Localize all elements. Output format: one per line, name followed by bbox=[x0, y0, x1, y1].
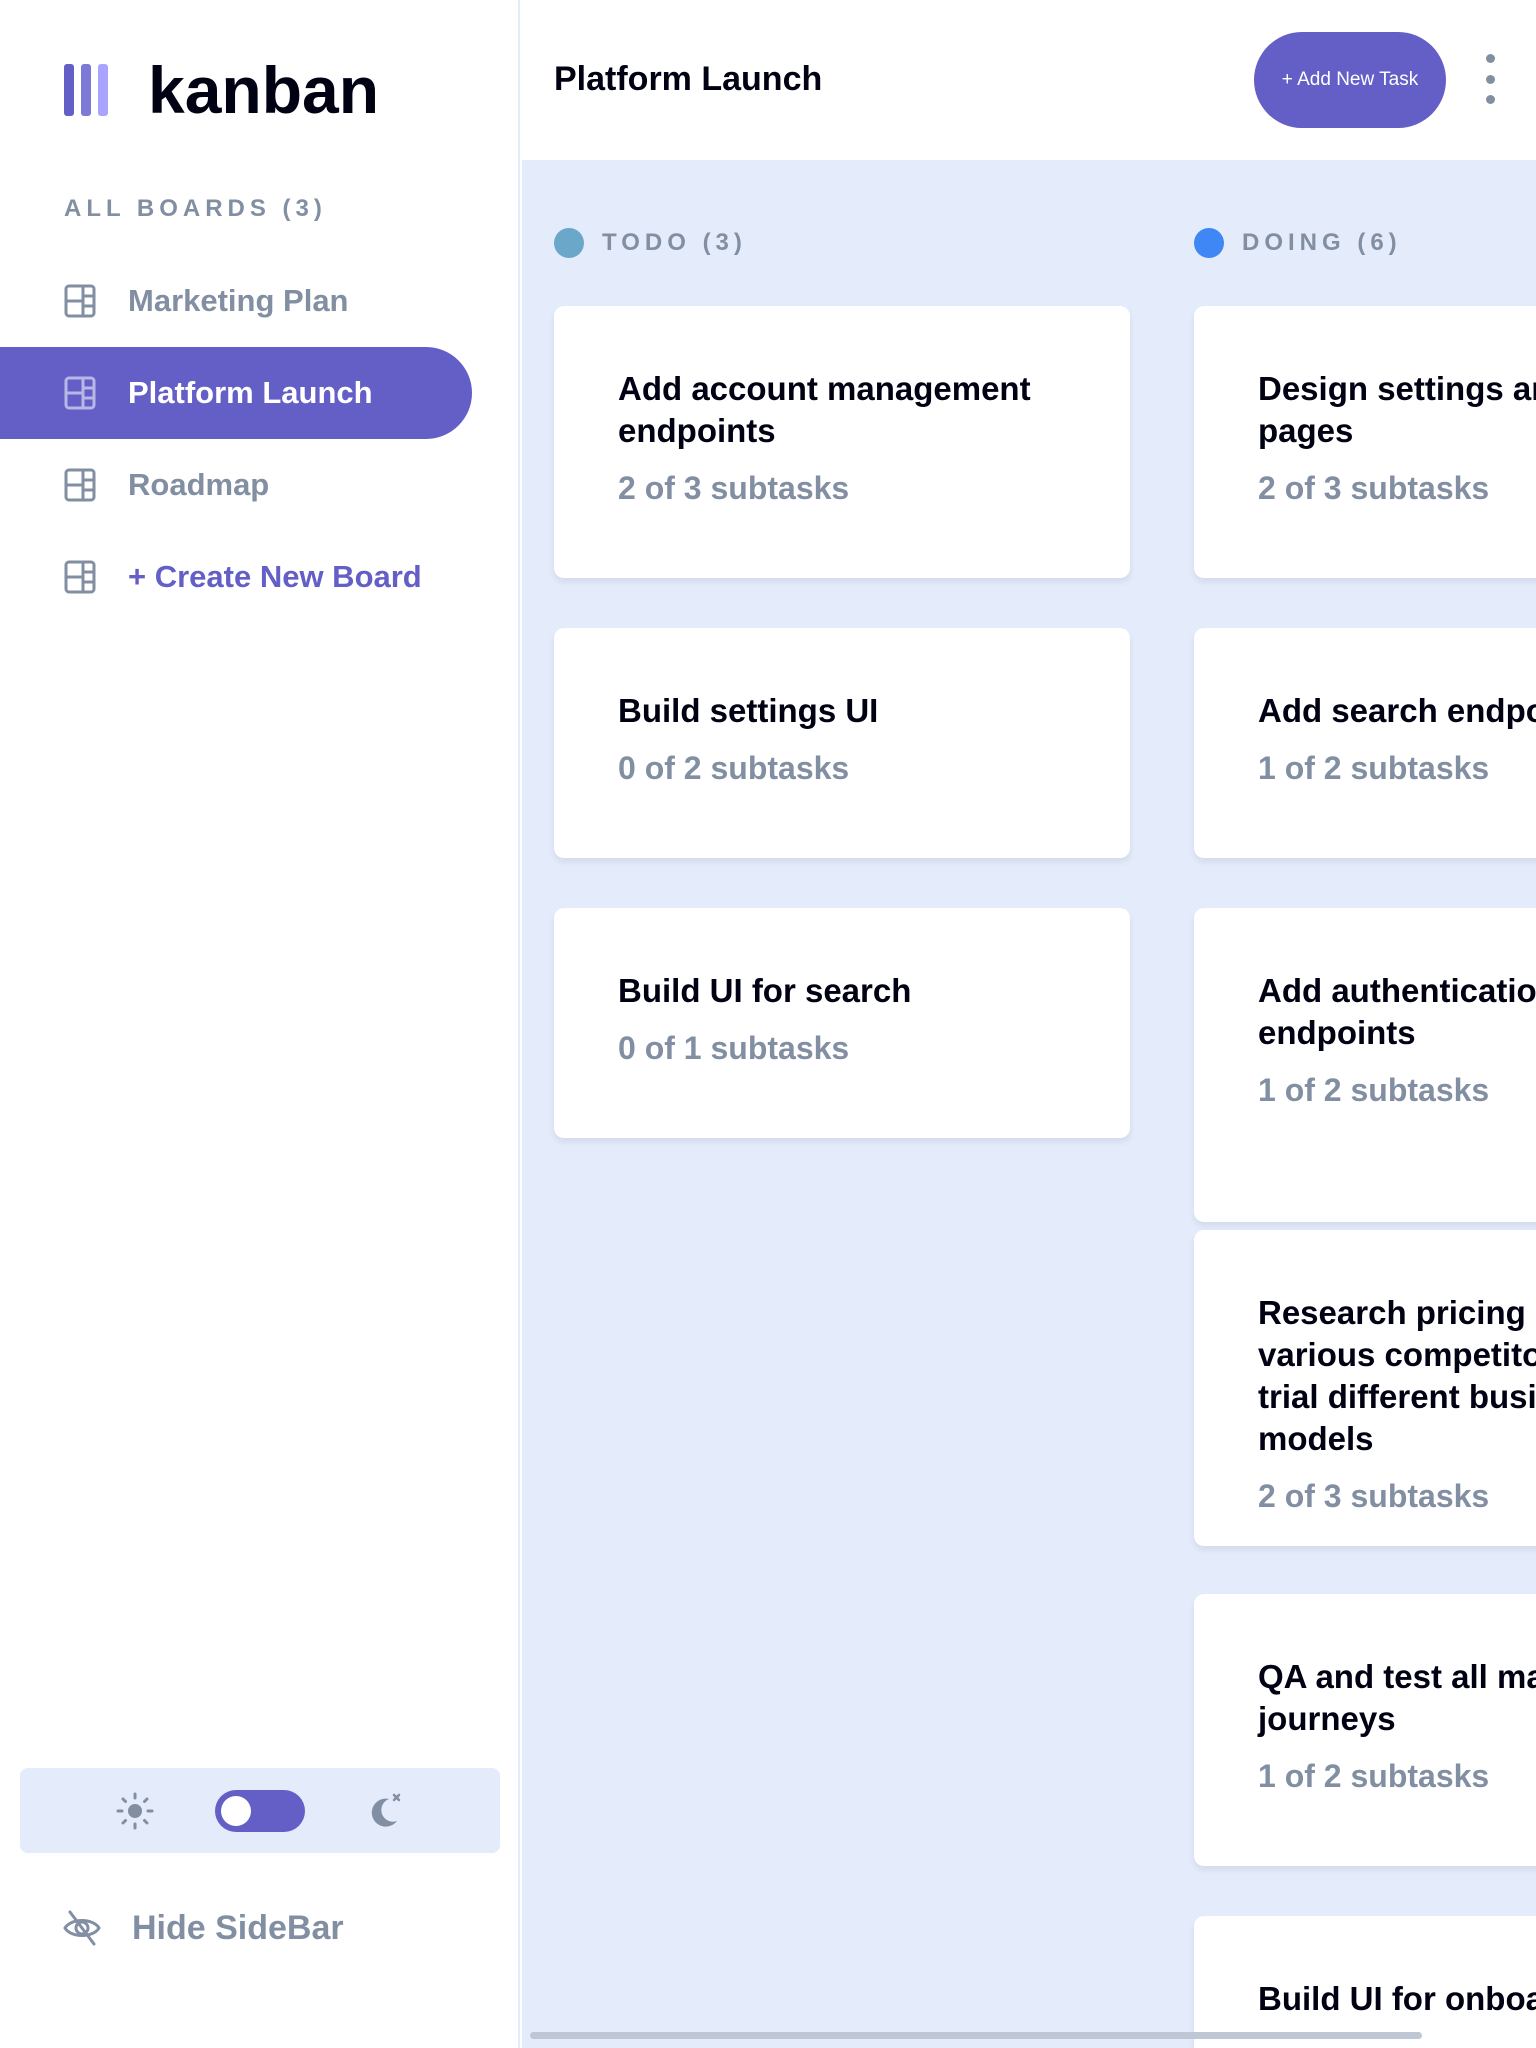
hide-sidebar-label: Hide SideBar bbox=[132, 1908, 344, 1947]
hide-sidebar-button[interactable]: Hide SideBar bbox=[62, 1908, 344, 1948]
task-title: Add authentication endpoints bbox=[1258, 972, 1536, 1051]
task-title: Build settings UI bbox=[618, 692, 879, 729]
task-card[interactable]: Design settings and search pages 2 of 3 … bbox=[1194, 306, 1536, 578]
board-list: Marketing Plan Platform Launch Roadmap +… bbox=[0, 255, 472, 623]
sun-icon bbox=[116, 1792, 154, 1829]
moon-icon bbox=[371, 1793, 401, 1827]
task-subtasks: 2 of 3 subtasks bbox=[1258, 470, 1490, 506]
logo-icon bbox=[64, 64, 108, 116]
task-subtasks: 2 of 3 subtasks bbox=[618, 470, 850, 506]
task-card[interactable]: Research pricing points of various compe… bbox=[1194, 1230, 1536, 1546]
board-area: TODO (3) Add account management endpoint… bbox=[522, 160, 1536, 2048]
task-card[interactable]: Add authentication endpoints 1 of 2 subt… bbox=[1194, 908, 1536, 1222]
create-new-board-label: + Create New Board bbox=[128, 559, 422, 594]
top-header: Platform Launch + Add New Task bbox=[522, 0, 1536, 160]
board-icon bbox=[64, 376, 96, 410]
sidebar-item-label: Platform Launch bbox=[128, 375, 373, 410]
task-card[interactable]: Build settings UI 0 of 2 subtasks bbox=[554, 628, 1130, 858]
column-title: DOING (6) bbox=[1242, 229, 1402, 256]
sidebar: kanban ALL BOARDS (3) Marketing Plan Pla… bbox=[0, 0, 520, 2048]
sidebar-item-label: Roadmap bbox=[128, 467, 270, 502]
task-subtasks: 1 of 2 subtasks bbox=[1258, 1758, 1490, 1794]
task-title: QA and test all major user journeys bbox=[1258, 1658, 1536, 1737]
theme-toggle[interactable] bbox=[215, 1789, 305, 1832]
horizontal-scrollbar[interactable] bbox=[530, 2032, 1422, 2039]
column-status-dot bbox=[1194, 228, 1224, 258]
sidebar-item-platform-launch[interactable]: Platform Launch bbox=[0, 347, 472, 439]
sidebar-item-label: Marketing Plan bbox=[128, 283, 349, 318]
task-title: Design settings and search pages bbox=[1258, 370, 1536, 449]
board-icon bbox=[64, 560, 96, 594]
sidebar-item-marketing-plan[interactable]: Marketing Plan bbox=[0, 255, 472, 347]
kebab-menu-icon[interactable] bbox=[1480, 54, 1500, 104]
task-title: Add search endpoints bbox=[1258, 692, 1536, 729]
sidebar-item-roadmap[interactable]: Roadmap bbox=[0, 439, 472, 531]
task-subtasks: 2 of 3 subtasks bbox=[1258, 1478, 1490, 1514]
page-title: Platform Launch bbox=[554, 60, 823, 98]
theme-switcher bbox=[20, 1768, 500, 1853]
task-title: Add account management endpoints bbox=[618, 370, 1031, 449]
task-card[interactable]: Build UI for search 0 of 1 subtasks bbox=[554, 908, 1130, 1138]
logo-text: kanban bbox=[148, 53, 380, 127]
column-title: TODO (3) bbox=[602, 229, 747, 256]
task-title: Research pricing points of various compe… bbox=[1258, 1294, 1536, 1457]
task-title: Build UI for search bbox=[618, 972, 912, 1009]
column-status-dot bbox=[554, 228, 584, 258]
task-card[interactable]: Add account management endpoints 2 of 3 … bbox=[554, 306, 1130, 578]
column-header: TODO (3) bbox=[554, 228, 747, 258]
board-icon bbox=[64, 468, 96, 502]
task-subtasks: 1 of 2 subtasks bbox=[1258, 1072, 1490, 1108]
task-card[interactable]: Add search endpoints 1 of 2 subtasks bbox=[1194, 628, 1536, 858]
board-icon bbox=[64, 284, 96, 318]
task-subtasks: 0 of 1 subtasks bbox=[618, 1030, 850, 1066]
all-boards-heading: ALL BOARDS (3) bbox=[64, 195, 327, 222]
toggle-knob bbox=[221, 1795, 251, 1826]
task-subtasks: 0 of 2 subtasks bbox=[618, 750, 850, 786]
task-card[interactable]: Build UI for onboarding flow bbox=[1194, 1916, 1536, 2048]
create-new-board-button[interactable]: + Create New Board bbox=[0, 531, 472, 623]
column-header: DOING (6) bbox=[1194, 228, 1402, 258]
task-subtasks: 1 of 2 subtasks bbox=[1258, 750, 1490, 786]
task-title: Build UI for onboarding flow bbox=[1258, 1980, 1536, 2017]
task-card[interactable]: QA and test all major user journeys 1 of… bbox=[1194, 1594, 1536, 1866]
eye-slash-icon bbox=[63, 1910, 101, 1946]
kanban-logo: kanban bbox=[64, 52, 379, 128]
add-new-task-button[interactable]: + Add New Task bbox=[1254, 32, 1446, 128]
